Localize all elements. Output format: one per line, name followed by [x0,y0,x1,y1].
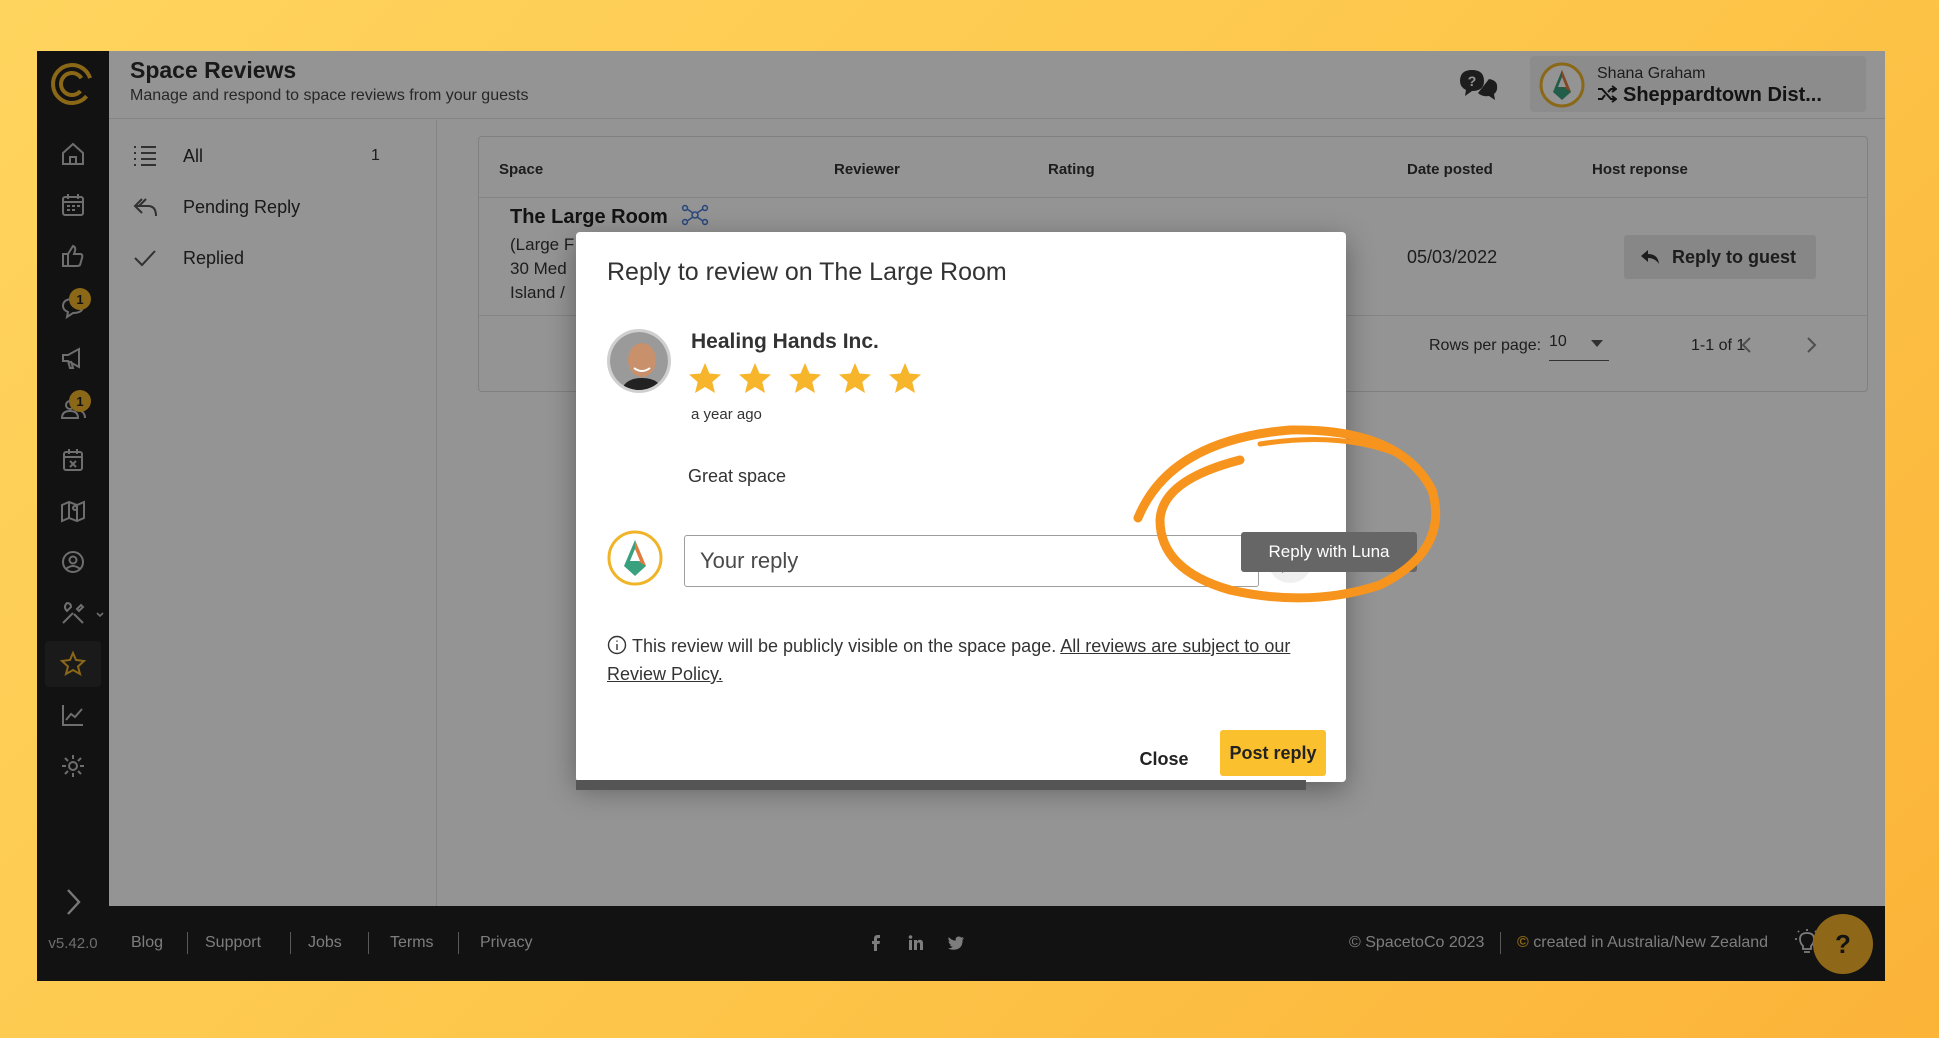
notice-text: This review will be publicly visible on … [632,636,1057,656]
info-icon [607,635,627,655]
close-button[interactable]: Close [1129,737,1199,781]
review-time: a year ago [691,406,762,423]
star-icon [889,363,921,393]
reply-input[interactable] [684,535,1259,587]
app-window: 1 1 v5.42.0 Space Reviews Manage and res… [37,51,1885,981]
star-rating [687,361,923,395]
reviewer-avatar [607,329,671,393]
reviewer-photo [610,332,668,390]
star-icon [739,363,771,393]
host-avatar [607,530,663,586]
review-comment: Great space [688,466,787,486]
luna-tooltip: Reply with Luna [1241,532,1417,572]
reply-review-dialog: Reply to review on The Large Room Healin… [576,232,1346,790]
reviewer-name: Healing Hands Inc. [691,330,879,353]
dialog-scrollbar[interactable] [576,780,1306,790]
star-icon [839,363,871,393]
dialog-title: Reply to review on The Large Room [607,258,1007,286]
star-icon [689,363,721,393]
post-reply-button[interactable]: Post reply [1220,730,1326,776]
visibility-notice: This review will be publicly visible on … [607,632,1327,688]
star-icon [789,363,821,393]
